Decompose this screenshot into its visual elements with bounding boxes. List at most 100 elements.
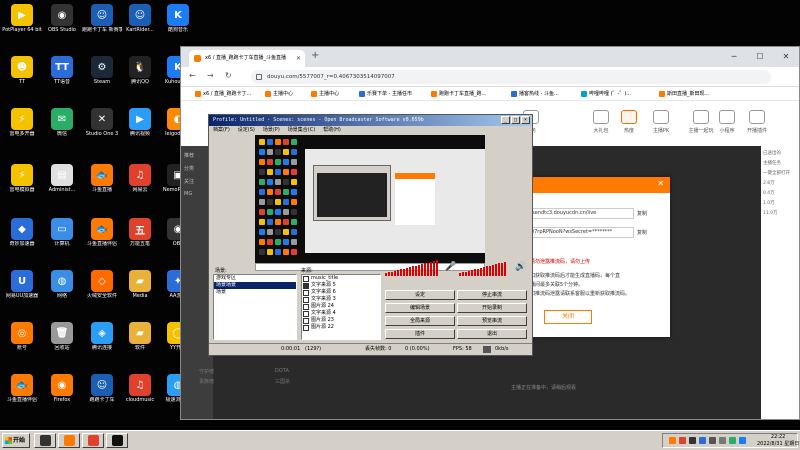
desktop-icon[interactable]: ▰ 软件	[120, 322, 160, 366]
obs-minimize-button[interactable]: _	[501, 116, 510, 124]
left-nav-item[interactable]: MG	[184, 191, 210, 197]
source-item[interactable]: music_title	[302, 275, 380, 282]
desktop-icon[interactable]: ◍ 网络	[42, 270, 82, 314]
right-column-item[interactable]: 主播任务	[763, 160, 799, 166]
obs-menu-item[interactable]: 设定(S)	[238, 127, 255, 133]
desktop-icon[interactable]: ▶ 腾讯视频	[120, 108, 160, 152]
bookmark-item[interactable]: 乐赛下单 - 主播任市	[359, 87, 412, 100]
nav-item-dota[interactable]: DOTA	[275, 368, 289, 374]
right-column-item[interactable]: 2.8万	[763, 180, 799, 186]
desktop-icon[interactable]: ◎ 账号	[2, 322, 42, 366]
desktop-icon[interactable]: ✕ Studio One 3	[82, 108, 122, 152]
tab-close-icon[interactable]: ✕	[296, 50, 301, 67]
obs-maximize-button[interactable]: □	[511, 116, 520, 124]
obs-menu-item[interactable]: 档案(F)	[213, 127, 230, 133]
desktop-icon[interactable]: 🗑 回收站	[42, 322, 82, 366]
source-item[interactable]: 图片源 23	[302, 317, 380, 324]
mic-icon[interactable]: 🎤	[445, 262, 456, 272]
source-item[interactable]: 图片源 24	[302, 303, 380, 310]
scenes-list[interactable]: 游戏专区 场景场景 场景	[213, 274, 297, 340]
mic-volume-meter[interactable]	[385, 260, 438, 276]
reload-button[interactable]: ↻	[225, 71, 232, 80]
bookmark-item[interactable]: 主播中心	[311, 87, 339, 100]
browser-tab[interactable]: x6 / 直播_跑跑卡丁车直播_斗鱼直播 ✕	[189, 50, 305, 67]
scene-item[interactable]: 场景	[214, 289, 296, 296]
dialog-close-button[interactable]: 关闭	[544, 310, 592, 324]
desktop-icon[interactable]: ◉ Firefox	[42, 374, 82, 418]
source-item[interactable]: 文字来源 4	[302, 310, 380, 317]
nav-item-guard[interactable]: 守护榜	[199, 368, 214, 375]
source-item[interactable]: 图片源 22	[302, 324, 380, 331]
desktop-icon[interactable]: ▶ PotPlayer 64 bit	[2, 4, 42, 48]
clock[interactable]: 22:22 2022/8/31 星期日	[757, 434, 799, 447]
desktop-icon[interactable]: U 网易UU加速器	[2, 270, 42, 314]
desktop-icon[interactable]: ◈ 腾讯连接	[82, 322, 122, 366]
volume-tray-icon[interactable]	[719, 437, 726, 444]
bookmark-item[interactable]: 跑跑卡丁车直播_跑...	[431, 87, 486, 100]
network-tray-icon[interactable]	[709, 437, 716, 444]
address-bar[interactable]: douyu.com/5577007_r=0.4067303514097007	[251, 70, 771, 84]
stop-stream-button[interactable]: 停止串流	[457, 290, 527, 300]
desktop-icon[interactable]: ▰ Media	[120, 270, 160, 314]
desktop-icon[interactable]: ▤ Administ...	[42, 164, 82, 208]
desktop-icon[interactable]: 🐧 腾讯QQ	[120, 56, 160, 100]
copy-key-button[interactable]: 复制	[637, 229, 647, 236]
obs-menu-item[interactable]: 场景集合(C)	[288, 127, 315, 133]
desktop-icon[interactable]: ☺ 跑跑卡丁车	[82, 374, 122, 418]
bookmark-item[interactable]: x6 / 直播_跑跑卡丁...	[195, 87, 251, 100]
bookmark-item[interactable]: 斯田直播_斯田现...	[659, 87, 709, 100]
desktop-icon[interactable]: ♫ 网易云	[120, 164, 160, 208]
desktop-icon[interactable]: K 酷狗音乐	[158, 4, 198, 48]
settings-button[interactable]: 设定	[385, 290, 455, 300]
header-feature-button[interactable]: 主播PK	[641, 110, 681, 134]
desktop-icon[interactable]: ♫ cloudmusic	[120, 374, 160, 418]
desktop-icon[interactable]: ☺ KartRider...	[120, 4, 160, 48]
desktop-icon[interactable]: TT TT语音	[42, 56, 82, 100]
left-nav-item[interactable]: 推荐	[184, 152, 210, 159]
left-nav-item[interactable]: 分类	[184, 165, 210, 172]
new-tab-button[interactable]: +	[311, 50, 319, 61]
right-column-item[interactable]: 已送出的	[763, 150, 799, 156]
taskbar-app-obs-studio[interactable]	[106, 433, 128, 448]
plugins-button[interactable]: 插件	[385, 329, 455, 339]
obs-close-button[interactable]: ×	[521, 116, 530, 124]
desktop-icon[interactable]: ◇ 火绒安全软件	[82, 270, 122, 314]
source-item[interactable]: 文字来源 5	[302, 282, 380, 289]
bookmark-item[interactable]: 播客热线 - 斗鱼...	[511, 87, 559, 100]
copy-server-button[interactable]: 复制	[637, 210, 647, 217]
qq-tray-icon[interactable]	[699, 437, 706, 444]
obs-tray-icon[interactable]	[689, 437, 696, 444]
sources-list[interactable]: music_title 文字来源 5 文字来源 6 文字来源 3 图片源 24 文字来源 …	[301, 274, 381, 340]
start-button[interactable]: 开始	[2, 433, 30, 448]
dialog-close-icon[interactable]: ✕	[657, 179, 664, 188]
right-column-item[interactable]: 一键全部打开	[763, 170, 799, 176]
right-column-item[interactable]: 11.0万	[763, 210, 799, 216]
start-record-button[interactable]: 开始录制	[457, 303, 527, 313]
back-button[interactable]: ←	[189, 71, 196, 80]
desktop-icon[interactable]: ◆ 奇妙加速器	[2, 218, 42, 262]
taskbar-app-obs[interactable]	[34, 433, 56, 448]
kugou-tray-icon[interactable]	[739, 437, 746, 444]
forward-button[interactable]: →	[207, 71, 214, 80]
desktop-icon[interactable]: ⚡ 雷电多开器	[2, 108, 42, 152]
desktop-icon[interactable]: ☺ 跑跑卡丁车 新赛季	[82, 4, 122, 48]
wechat-tray-icon[interactable]	[729, 437, 736, 444]
security-tray-icon[interactable]	[679, 437, 686, 444]
obs-menu-item[interactable]: 帮助(H)	[323, 127, 341, 133]
desktop-icon[interactable]: ▭ 计算机	[42, 218, 82, 262]
desktop-icon[interactable]: 🐟 斗鱼直播伴侣	[2, 374, 42, 418]
edit-scene-button[interactable]: 编辑场景	[385, 303, 455, 313]
douyu-tray-icon[interactable]	[669, 437, 676, 444]
desktop-icon[interactable]: ☻ TT	[2, 56, 42, 100]
bookmark-item[interactable]: 哔哩哔哩 (゜-゜)...	[581, 87, 631, 100]
right-column-item[interactable]: 1.0万	[763, 200, 799, 206]
obs-menu-item[interactable]: 场景(P)	[263, 127, 280, 133]
desktop-icon[interactable]: 五万能五笔	[120, 218, 160, 262]
taskbar-app-douyu[interactable]	[58, 433, 80, 448]
desktop-icon[interactable]: ⚡ 雷电模拟器	[2, 164, 42, 208]
nav-item-sgs[interactable]: 三国杀	[275, 378, 290, 385]
source-item[interactable]: 文字来源 3	[302, 296, 380, 303]
bookmark-item[interactable]: 主播中心	[265, 87, 293, 100]
exit-button[interactable]: 退出	[457, 329, 527, 339]
right-column-item[interactable]: 0.4万	[763, 190, 799, 196]
